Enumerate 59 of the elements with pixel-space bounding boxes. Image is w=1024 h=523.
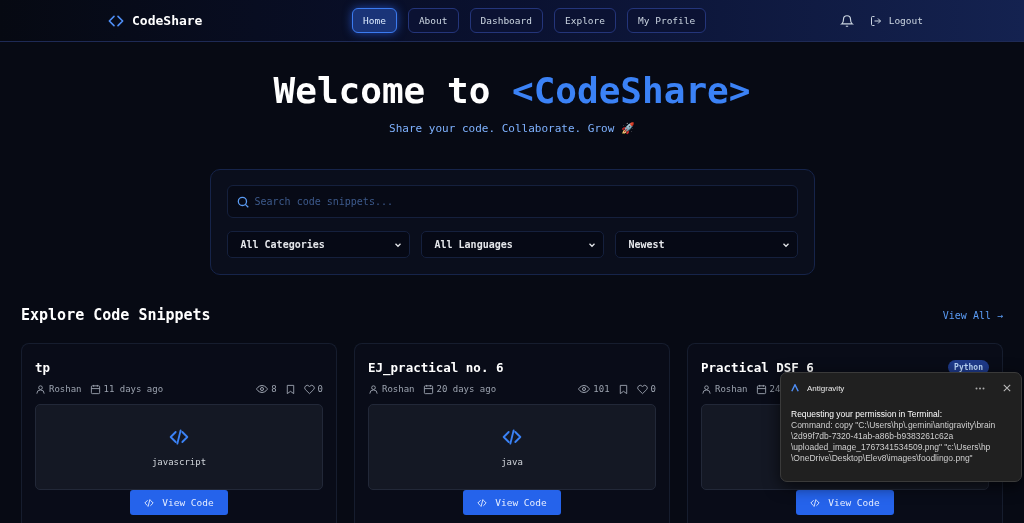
calendar-icon <box>755 383 767 395</box>
code-icon <box>502 427 522 447</box>
notification-app-name: Antigravity <box>807 383 845 393</box>
view-count: 101 <box>593 384 610 394</box>
snippet-title[interactable]: EJ_practical no. 6 <box>368 359 504 375</box>
heart-icon <box>303 383 315 395</box>
view-code-button[interactable]: View Code <box>130 490 228 515</box>
language-label: java <box>501 457 523 467</box>
snippet-date: 24 <box>769 384 781 394</box>
snippet-date: 20 days ago <box>436 384 497 394</box>
notification-message: Command: copy "C:\Users\hp\.gemini\antigravity\brain\2d99f7db-7320-41ab-a86b-b9383261c62a\uploaded_image_1767341534509.png" "c:\Users\hp\OneDrive\Desktop\Elev8\images\foodlingo.png" <box>791 420 997 464</box>
author-name: Roshan <box>382 384 415 394</box>
heart-icon <box>636 383 648 395</box>
code-icon <box>810 497 821 508</box>
snippet-date: 11 days ago <box>103 384 164 394</box>
close-button[interactable] <box>1003 384 1011 392</box>
like-count: 0 <box>317 384 323 394</box>
search-icon <box>235 195 250 209</box>
nav-tab[interactable]: Explore <box>554 8 617 33</box>
author-name: Roshan <box>49 384 82 394</box>
eye-icon <box>256 383 269 395</box>
nav-tab[interactable]: About <box>407 8 459 33</box>
view-count: 8 <box>271 384 277 394</box>
view-code-button[interactable]: View Code <box>796 490 894 515</box>
notification-heading: Requesting your permission in Terminal: <box>791 409 944 420</box>
hero-subtitle: Share your code. Collaborate. Grow 🚀 <box>389 122 635 135</box>
more-icon[interactable] <box>975 386 985 390</box>
snippet-title[interactable]: Practical DSF 6 <box>701 359 814 375</box>
dropdown[interactable]: All Categories <box>226 231 410 258</box>
eye-icon <box>578 383 591 395</box>
language-label: javascript <box>151 457 207 467</box>
code-icon <box>144 497 155 508</box>
section-title: Explore Code Snippets <box>21 306 211 324</box>
logout-button[interactable]: Logout <box>869 14 923 27</box>
user-icon <box>701 383 712 395</box>
bookmark-icon[interactable] <box>617 383 629 395</box>
nav-tab[interactable]: My Profile <box>627 8 707 33</box>
user-icon <box>368 383 379 395</box>
view-code-button[interactable]: View Code <box>463 490 561 515</box>
nav-tab[interactable]: Dashboard <box>469 8 543 33</box>
like-count: 0 <box>650 384 656 394</box>
code-icon <box>477 497 488 508</box>
calendar-icon <box>89 383 101 395</box>
hero-title: Welcome to <CodeShare> <box>273 69 751 113</box>
nav-tab[interactable]: Home <box>352 8 397 33</box>
bell-icon[interactable] <box>839 13 854 28</box>
brand-name[interactable]: CodeShare <box>132 13 203 28</box>
calendar-icon <box>422 383 434 395</box>
author-name: Roshan <box>715 384 748 394</box>
dropdown[interactable]: All Languages <box>420 231 604 258</box>
user-icon <box>35 383 46 395</box>
app-logo-icon <box>791 384 799 392</box>
logout-icon <box>869 14 882 27</box>
dropdown[interactable]: Newest <box>614 231 798 258</box>
view-all-link[interactable]: View All → <box>942 309 1003 321</box>
code-icon <box>169 427 189 447</box>
search-field[interactable]: Search code snippets... <box>226 185 798 218</box>
bookmark-icon[interactable] <box>284 383 296 395</box>
snippet-title[interactable]: tp <box>35 359 51 375</box>
